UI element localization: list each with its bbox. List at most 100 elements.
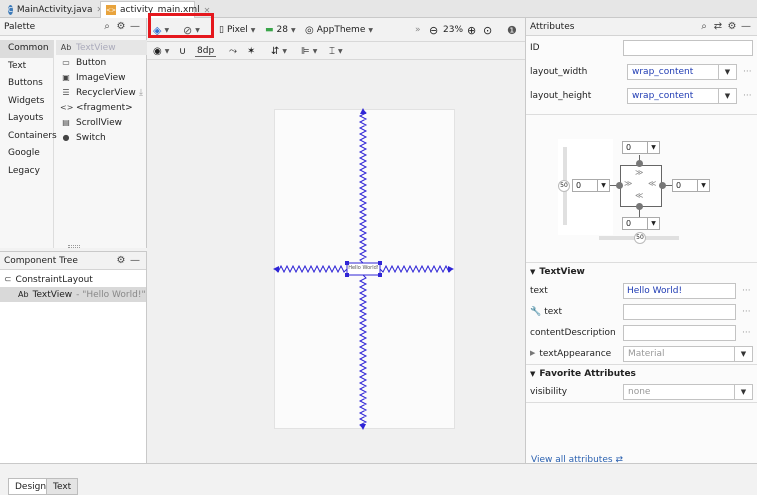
bottom-chevron-icon: ≪ (635, 191, 644, 200)
default-margin-dropdown[interactable]: 8dp (195, 42, 217, 60)
attr-label: ID (530, 43, 540, 53)
widget-imageview[interactable]: ▣ ImageView (56, 70, 147, 85)
layout-width-dropdown[interactable]: wrap_content ▼ (627, 64, 737, 80)
attr-row-visibility: visibility none ▼ (526, 382, 757, 402)
margin-right-dropdown[interactable]: 0 ▼ (672, 179, 710, 192)
more-options-icon[interactable]: ··· (742, 328, 751, 338)
tree-item-value: - "Hello World!" (76, 289, 146, 300)
more-icon[interactable]: » (415, 21, 421, 39)
palette-title: Palette (4, 21, 36, 32)
zoom-out-button[interactable]: ⊖ (429, 21, 438, 39)
layout-height-dropdown[interactable]: wrap_content ▼ (627, 88, 737, 104)
text-appearance-dropdown[interactable]: Material ▼ (623, 345, 753, 362)
clear-constraints-button[interactable]: ⤳ (229, 42, 237, 60)
gear-icon[interactable]: ⚙ (725, 20, 739, 34)
tab-text[interactable]: Text (46, 478, 79, 495)
autoconnect-button[interactable]: ∪ (179, 42, 186, 60)
theme-label: AppTheme (316, 25, 366, 35)
warnings-button[interactable]: ❶ (507, 21, 517, 39)
text-field[interactable]: Hello World! (623, 282, 736, 299)
device-dropdown[interactable]: ▯ Pixel ▼ (219, 21, 255, 39)
category-common[interactable]: Common (0, 40, 53, 58)
chevron-down-icon: ▼ (697, 180, 709, 191)
swap-icon[interactable]: ⇄ (711, 20, 725, 34)
guidelines-dropdown[interactable]: ⌶ ▼ (329, 42, 343, 60)
align-dropdown[interactable]: ⊫ ▼ (301, 42, 317, 60)
margin-top-dropdown[interactable]: 0 ▼ (622, 141, 660, 154)
widget-textview[interactable]: Ab TextView (56, 40, 147, 55)
magnet-icon: ∪ (179, 45, 187, 57)
favorite-section-header[interactable]: ▼ Favorite Attributes (526, 365, 757, 382)
category-buttons[interactable]: Buttons (0, 75, 53, 93)
margin-left-dropdown[interactable]: 0 ▼ (572, 179, 610, 192)
minimize-icon[interactable]: — (128, 254, 142, 268)
attr-label: text (544, 306, 562, 317)
chevron-right-icon[interactable]: ▶ (530, 349, 535, 359)
more-options-icon[interactable]: ··· (743, 67, 752, 77)
search-icon[interactable]: ⌕ (697, 20, 711, 34)
top-chevron-icon: ≫ (635, 168, 644, 177)
constraint-line-bottom (358, 274, 368, 429)
splitter-handle[interactable] (68, 245, 80, 248)
content-description-field[interactable] (623, 324, 736, 341)
tab-mainactivity-java[interactable]: C MainActivity.java ✕ (2, 1, 103, 18)
gear-icon[interactable]: ⚙ (114, 254, 128, 268)
widget-button[interactable]: ▭ Button (56, 55, 147, 70)
view-options-dropdown[interactable]: ◉ ▼ (153, 42, 169, 60)
chevron-down-icon: ▼ (530, 267, 536, 276)
warning-icon: ❶ (507, 23, 517, 37)
more-options-icon[interactable]: ··· (743, 91, 752, 101)
search-icon[interactable]: ⌕ (100, 20, 114, 34)
attr-label: textAppearance (539, 348, 612, 359)
guideline-icon: ⌶ (329, 45, 335, 57)
more-options-icon[interactable]: ··· (742, 286, 751, 296)
download-icon[interactable]: ⤓ (139, 88, 143, 98)
chevron-down-icon: ▼ (312, 47, 318, 55)
horizontal-bias-thumb[interactable]: 50 (634, 232, 646, 244)
category-google[interactable]: Google (0, 145, 53, 163)
id-field[interactable] (623, 40, 753, 56)
constraint-line-left (274, 264, 348, 274)
infer-constraints-button[interactable]: ✶ (247, 42, 255, 60)
more-options-icon[interactable]: ··· (742, 307, 751, 317)
tools-text-field[interactable] (623, 303, 736, 320)
chevron-down-icon: ▼ (290, 26, 296, 34)
component-tree-panel: Component Tree ⚙ — ⊂ ConstraintLayout Ab… (0, 251, 147, 463)
chevron-down-icon: ▼ (164, 47, 170, 55)
left-anchor[interactable] (616, 182, 623, 189)
top-anchor[interactable] (636, 160, 643, 167)
tree-item-constraintlayout[interactable]: ⊂ ConstraintLayout (0, 272, 146, 287)
vertical-bias-thumb[interactable]: 50 (558, 180, 570, 192)
pack-dropdown[interactable]: ⇵ ▼ (271, 42, 287, 60)
visibility-dropdown[interactable]: none ▼ (623, 384, 753, 400)
attr-label: text (530, 285, 548, 296)
gear-icon[interactable]: ⚙ (114, 20, 128, 34)
zoom-in-button[interactable]: ⊕ (467, 21, 476, 39)
minimize-icon[interactable]: — (128, 20, 142, 34)
chevron-down-icon: ▼ (250, 26, 256, 34)
category-containers[interactable]: Containers (0, 128, 57, 146)
attr-row-layout-width: layout_width wrap_content ▼ ··· (526, 60, 757, 84)
canvas-textview[interactable]: Hello World! (347, 265, 380, 271)
widget-recyclerview[interactable]: ☰ RecyclerView ⤓ (56, 85, 147, 100)
category-text[interactable]: Text (0, 58, 53, 76)
widget-switch[interactable]: ● Switch (56, 130, 147, 145)
margin-bottom-dropdown[interactable]: 0 ▼ (622, 217, 660, 230)
design-canvas[interactable]: Hello World! (147, 60, 525, 463)
api-dropdown[interactable]: ▬ 28 ▼ (265, 21, 296, 39)
chevron-down-icon: ▼ (734, 346, 752, 361)
theme-dropdown[interactable]: ◎ AppTheme ▼ (305, 21, 373, 39)
tree-item-textview[interactable]: Ab TextView - "Hello World!" (0, 287, 146, 302)
minimize-icon[interactable]: — (739, 20, 753, 34)
editor-tab-bar: C MainActivity.java ✕ <> activity_main.x… (0, 0, 757, 18)
category-legacy[interactable]: Legacy (0, 163, 53, 181)
widget-fragment[interactable]: <> <fragment> (56, 100, 147, 115)
category-widgets[interactable]: Widgets (0, 93, 53, 111)
bottom-anchor[interactable] (636, 203, 643, 210)
category-layouts[interactable]: Layouts (0, 110, 53, 128)
constraint-arrow-top (360, 108, 366, 114)
right-anchor[interactable] (659, 182, 666, 189)
widget-scrollview[interactable]: ▤ ScrollView (56, 115, 147, 130)
textview-section-header[interactable]: ▼ TextView (526, 263, 757, 280)
zoom-fit-button[interactable]: ⊙ (483, 21, 492, 39)
